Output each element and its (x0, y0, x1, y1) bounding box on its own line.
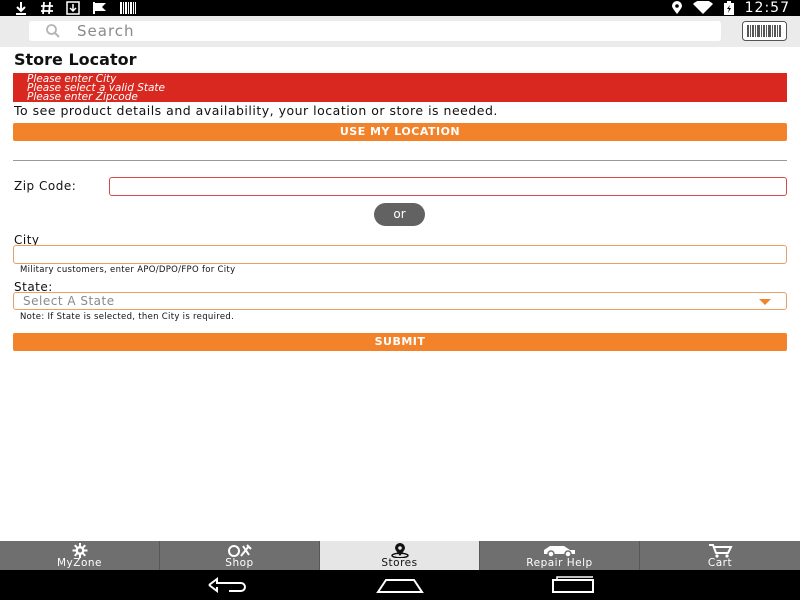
tab-shop[interactable]: Shop (160, 541, 320, 570)
barcode-scanner-icon[interactable] (742, 21, 787, 41)
divider (13, 160, 787, 161)
battery-icon (723, 0, 735, 16)
error-message: Please enter Zipcode (27, 91, 138, 103)
error-message: Please select a valid State (27, 82, 165, 94)
city-hint: Military customers, enter APO/DPO/FPO fo… (20, 265, 236, 275)
location-icon (671, 0, 683, 16)
state-hint: Note: If State is selected, then City is… (20, 312, 235, 322)
cart-icon (640, 543, 800, 558)
gear-icon (0, 543, 159, 558)
city-field[interactable] (13, 245, 787, 264)
status-time: 12:57 (744, 0, 790, 16)
back-icon[interactable] (205, 576, 251, 594)
state-select[interactable]: Select A State (13, 292, 787, 310)
recents-icon[interactable] (551, 576, 595, 594)
barcode-small-icon (120, 0, 136, 16)
bottom-tab-bar: MyZone Shop Stores Repair Help Cart (0, 541, 800, 570)
tab-stores[interactable]: Stores (320, 541, 480, 570)
system-nav-bar (0, 570, 800, 600)
status-bar-right: 12:57 (671, 0, 790, 16)
download-icon (14, 0, 28, 16)
error-box: Please enter City Please select a valid … (13, 73, 787, 102)
map-pin-icon (320, 543, 479, 558)
zip-code-field[interactable] (109, 177, 787, 196)
search-area: Search (0, 16, 800, 47)
flag-icon (92, 0, 108, 16)
submit-button[interactable]: SUBMIT (13, 333, 787, 351)
search-input[interactable]: Search (29, 21, 721, 41)
zip-code-label: Zip Code: (14, 179, 77, 193)
tab-label: Shop (225, 557, 254, 569)
tools-icon (160, 543, 319, 558)
page-title: Store Locator (14, 50, 137, 69)
status-bar: 12:57 (0, 0, 800, 16)
state-select-value: Select A State (23, 294, 115, 308)
download-box-icon (66, 0, 80, 16)
tab-repair-help[interactable]: Repair Help (480, 541, 640, 570)
home-icon[interactable] (376, 576, 424, 594)
tab-label: Stores (381, 557, 418, 569)
search-icon (45, 22, 63, 40)
wifi-icon (692, 0, 713, 16)
use-my-location-button[interactable]: USE MY LOCATION (13, 123, 787, 141)
chevron-down-icon (759, 299, 771, 305)
tab-label: Repair Help (526, 557, 593, 569)
car-icon (480, 543, 639, 558)
tab-label: MyZone (56, 557, 102, 569)
search-placeholder: Search (77, 22, 135, 40)
info-text: To see product details and availability,… (14, 103, 498, 118)
hash-icon (40, 0, 54, 16)
tab-myzone[interactable]: MyZone (0, 541, 160, 570)
or-separator: or (374, 203, 425, 226)
tab-label: Cart (707, 557, 733, 569)
status-bar-left (14, 0, 136, 16)
tab-cart[interactable]: Cart (640, 541, 800, 570)
